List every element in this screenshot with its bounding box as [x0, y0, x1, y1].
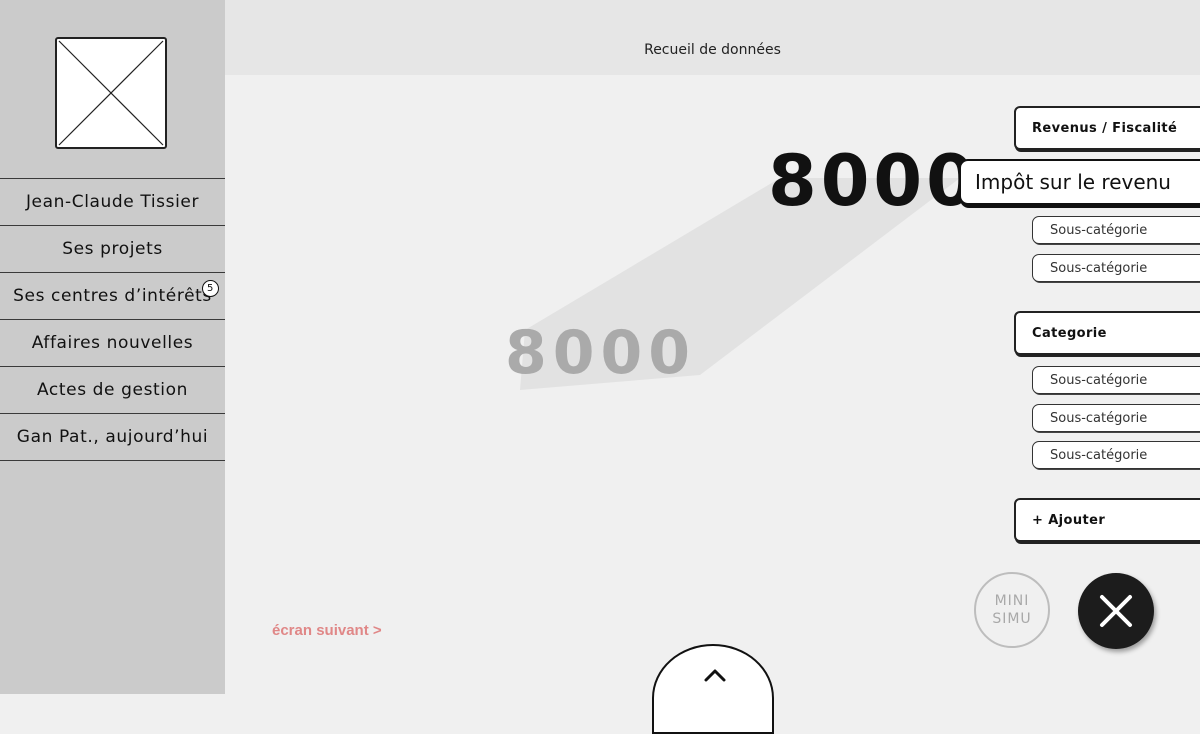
- image-placeholder-icon: [55, 37, 167, 149]
- subcategory-label: Sous-catégorie: [1050, 410, 1148, 426]
- category-categorie[interactable]: Categorie: [1014, 311, 1200, 355]
- subcategory-label: Sous-catégorie: [1050, 372, 1148, 388]
- header: Recueil de données: [225, 0, 1200, 75]
- sidebar-item-label: Ses centres d’intérêts: [13, 286, 212, 306]
- category-revenus-fiscalite[interactable]: Revenus / Fiscalité: [1014, 106, 1200, 150]
- sidebar-item-new-business[interactable]: Affaires nouvelles: [0, 319, 225, 366]
- active-item-impot[interactable]: Impôt sur le revenu: [959, 159, 1200, 205]
- subcategory-item[interactable]: Sous-catégorie: [1032, 366, 1200, 394]
- add-category-button[interactable]: + Ajouter: [1014, 498, 1200, 542]
- sidebar-item-label: Actes de gestion: [37, 380, 188, 400]
- sidebar-item-label: Jean-Claude Tissier: [25, 192, 200, 212]
- sidebar-item-interests[interactable]: Ses centres d’intérêts 5: [0, 272, 225, 319]
- notification-badge: 5: [202, 280, 219, 297]
- mini-simu-label-1: MINI: [994, 593, 1030, 609]
- category-label: Revenus / Fiscalité: [1032, 120, 1178, 136]
- page-title: Recueil de données: [644, 42, 781, 58]
- subcategory-item[interactable]: Sous-catégorie: [1032, 216, 1200, 244]
- subcategory-item[interactable]: Sous-catégorie: [1032, 404, 1200, 432]
- add-label: + Ajouter: [1032, 512, 1106, 528]
- sidebar-item-label: Affaires nouvelles: [31, 333, 194, 353]
- sidebar-item-projects[interactable]: Ses projets: [0, 225, 225, 272]
- mini-simu-button[interactable]: MINI SIMU: [974, 572, 1050, 648]
- mini-simu-label-2: SIMU: [992, 611, 1032, 627]
- sidebar-item-gan-today[interactable]: Gan Pat., aujourd’hui: [0, 413, 225, 461]
- subcategory-label: Sous-catégorie: [1050, 260, 1148, 276]
- chevron-up-icon: [704, 669, 726, 682]
- close-button[interactable]: [1078, 573, 1154, 649]
- sidebar-nav: Jean-Claude Tissier Ses projets Ses cent…: [0, 178, 225, 461]
- expand-up-button[interactable]: [652, 644, 774, 734]
- category-label: Categorie: [1032, 325, 1107, 341]
- subcategory-label: Sous-catégorie: [1050, 447, 1148, 463]
- sidebar-item-management[interactable]: Actes de gestion: [0, 366, 225, 413]
- subcategory-item[interactable]: Sous-catégorie: [1032, 254, 1200, 282]
- sidebar-item-client[interactable]: Jean-Claude Tissier: [0, 178, 225, 225]
- input-value[interactable]: 8000: [768, 140, 979, 222]
- sidebar: Jean-Claude Tissier Ses projets Ses cent…: [0, 0, 225, 694]
- subcategory-item[interactable]: Sous-catégorie: [1032, 441, 1200, 469]
- active-item-label: Impôt sur le revenu: [975, 170, 1171, 194]
- sidebar-item-label: Ses projets: [62, 239, 163, 259]
- sidebar-item-label: Gan Pat., aujourd’hui: [16, 427, 209, 447]
- ghost-value: 8000: [505, 318, 696, 388]
- close-icon: [1100, 595, 1132, 627]
- subcategory-label: Sous-catégorie: [1050, 222, 1148, 238]
- next-screen-link[interactable]: écran suivant >: [272, 622, 382, 639]
